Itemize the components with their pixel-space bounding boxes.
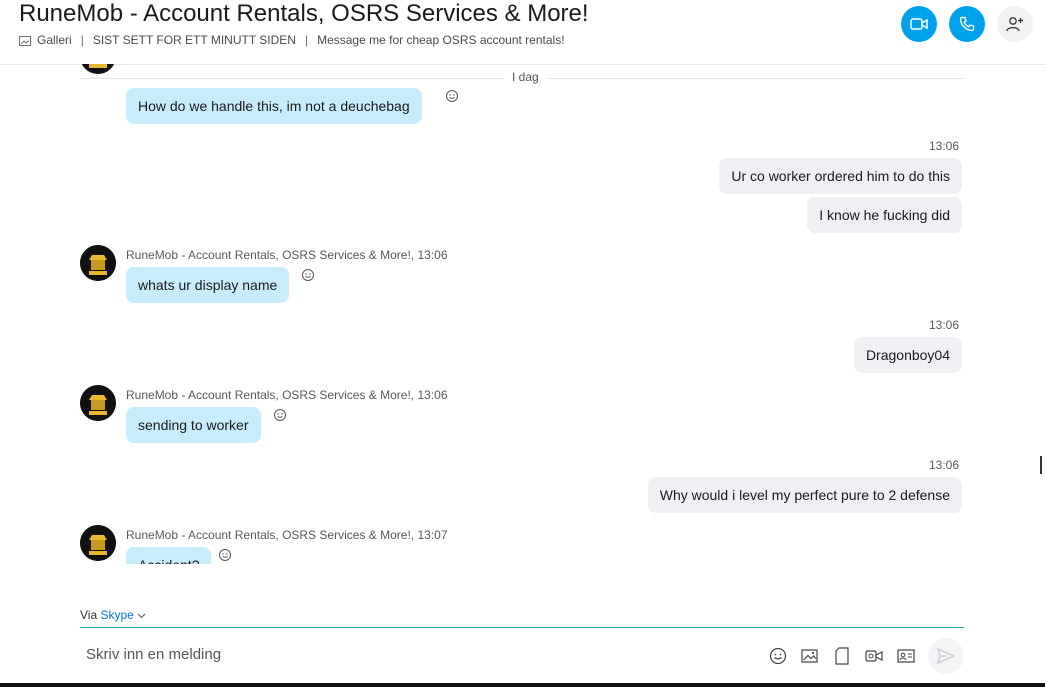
contact-card-button[interactable] — [896, 646, 916, 666]
message-bubble[interactable]: I know he fucking did — [807, 197, 962, 233]
message-bubble[interactable]: How do we handle this, im not a deucheba… — [126, 88, 422, 124]
gallery-link[interactable]: Galleri — [37, 33, 72, 47]
audio-call-icon — [959, 16, 975, 32]
sender-name: RuneMob - Account Rentals, OSRS Services… — [126, 388, 415, 402]
send-button[interactable] — [928, 638, 964, 674]
file-button[interactable] — [832, 646, 852, 666]
sender-name: RuneMob - Account Rentals, OSRS Services… — [126, 248, 415, 262]
avatar[interactable] — [80, 245, 116, 281]
message-bubble[interactable]: Accident? — [126, 547, 212, 564]
message-bubble[interactable]: Why would i level my perfect pure to 2 d… — [647, 477, 962, 513]
add-participant-button[interactable] — [997, 6, 1033, 42]
emoji-button[interactable] — [768, 646, 788, 666]
emoji-icon — [769, 647, 787, 665]
message-timestamp: 13:07 — [417, 528, 448, 542]
separator: | — [80, 33, 84, 47]
image-icon — [801, 649, 818, 663]
gallery-icon[interactable] — [19, 35, 31, 46]
video-call-icon — [910, 18, 928, 30]
via-service[interactable]: Skype — [100, 608, 133, 622]
message-bubble[interactable]: Dragonboy04 — [853, 337, 962, 373]
message-bubble[interactable]: Ur co worker ordered him to do this — [719, 158, 962, 194]
video-message-button[interactable] — [864, 646, 884, 666]
reaction-icon[interactable] — [301, 268, 315, 282]
video-message-icon — [865, 650, 883, 662]
message-sender: RuneMob - Account Rentals, OSRS Services… — [126, 528, 448, 542]
reaction-icon[interactable] — [218, 548, 232, 562]
message-bubble[interactable]: whats ur display name — [126, 267, 290, 303]
day-label: I dag — [504, 70, 547, 84]
message-list[interactable]: How do we handle this, im not a deucheba… — [0, 64, 1045, 564]
compose-underline — [80, 627, 964, 628]
reaction-icon[interactable] — [445, 89, 459, 103]
chat-header: RuneMob - Account Rentals, OSRS Services… — [0, 0, 1045, 65]
scrollbar-thumb[interactable] — [1040, 456, 1042, 474]
message-timestamp: 13:06 — [417, 388, 448, 402]
separator: | — [304, 33, 309, 47]
via-label: Via — [80, 608, 98, 622]
message-sender: RuneMob - Account Rentals, OSRS Services… — [126, 388, 448, 402]
message-bubble[interactable]: sending to worker — [126, 407, 261, 443]
chat-subline: Galleri | SIST SETT FOR ETT MINUTT SIDEN… — [19, 33, 565, 47]
chevron-down-icon[interactable] — [137, 613, 146, 619]
message-input[interactable]: Skriv inn en melding — [86, 646, 221, 663]
send-icon — [937, 648, 955, 664]
add-person-icon — [1006, 17, 1023, 32]
chat-title: RuneMob - Account Rentals, OSRS Services… — [19, 0, 589, 27]
send-via[interactable]: Via Skype — [80, 608, 146, 622]
audio-call-button[interactable] — [949, 6, 985, 42]
sender-name: RuneMob - Account Rentals, OSRS Services… — [126, 528, 415, 542]
taskbar-edge — [0, 683, 1045, 687]
message-timestamp: 13:06 — [929, 318, 960, 332]
message-timestamp: 13:06 — [929, 458, 960, 472]
message-sender: RuneMob - Account Rentals, OSRS Services… — [126, 248, 448, 262]
image-button[interactable] — [800, 646, 820, 666]
message-timestamp: 13:06 — [929, 139, 960, 153]
mood-message: Message me for cheap OSRS account rental… — [317, 33, 565, 47]
avatar[interactable] — [80, 525, 116, 561]
day-divider: I dag — [80, 69, 964, 87]
file-icon — [835, 647, 849, 665]
message-timestamp: 13:06 — [417, 248, 448, 262]
last-seen-status: SIST SETT FOR ETT MINUTT SIDEN — [92, 33, 296, 47]
contact-card-icon — [897, 649, 915, 663]
avatar[interactable] — [80, 385, 116, 421]
reaction-icon[interactable] — [273, 408, 287, 422]
video-call-button[interactable] — [901, 6, 937, 42]
